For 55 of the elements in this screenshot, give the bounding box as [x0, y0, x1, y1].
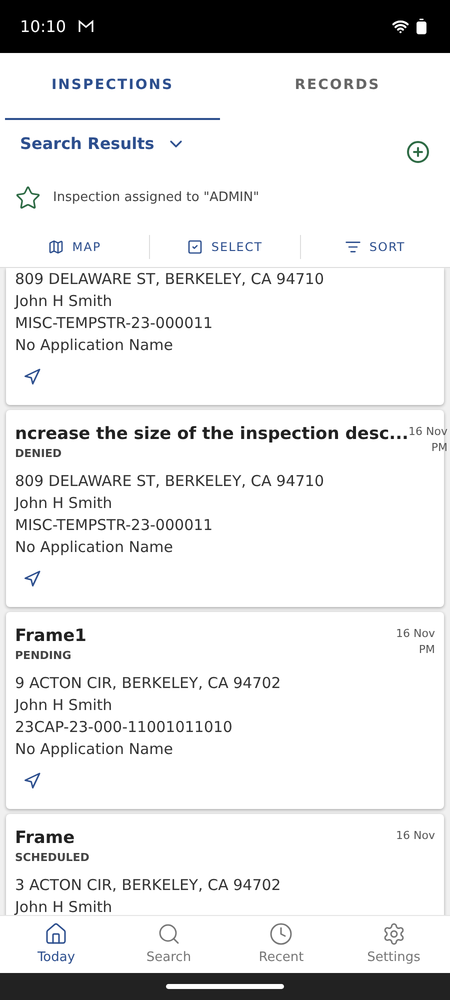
inspection-title: ncrease the size of the inspection desc...: [15, 423, 409, 446]
settings-icon: [382, 922, 406, 946]
navigation-arrow-icon: [23, 772, 41, 790]
inspection-status: SCHEDULED: [15, 850, 90, 866]
tab[interactable]: RECORDS: [230, 53, 445, 120]
navigation-arrow-icon: [23, 570, 41, 588]
status-time: 10:10: [20, 16, 66, 38]
toolbar-button[interactable]: MAP: [0, 238, 150, 256]
nav-item[interactable]: Today: [0, 916, 112, 973]
inspection-detail: No Application Name: [15, 739, 174, 760]
inspection-card[interactable]: Frame SCHEDULED 16 Nov 3 ACTON CIR, BERKELEY, CA 94702 John H Smith: [6, 814, 444, 915]
home-icon: [44, 922, 68, 946]
inspection-detail: 9 ACTON CIR, BERKELEY, CA 94702: [15, 673, 282, 694]
inspection-date: 16 Nov: [396, 626, 435, 642]
navigation-arrow-icon: [23, 368, 41, 386]
nav-item[interactable]: Settings: [338, 916, 450, 973]
mail-icon: [78, 20, 94, 33]
inspection-title: Frame: [15, 827, 76, 850]
inspection-time: PM: [418, 642, 435, 658]
wifi-icon: [392, 18, 409, 35]
clock-icon: [269, 922, 294, 946]
tab[interactable]: INSPECTIONS: [5, 53, 220, 120]
inspection-card[interactable]: 809 DELAWARE ST, BERKELEY, CA 94710 John H Smith MISC-TEMPSTR-23-000011 No Application Name: [6, 268, 444, 405]
inspection-detail: No Application Name: [15, 537, 174, 558]
add-button[interactable]: [406, 140, 430, 164]
search-icon: [156, 922, 181, 946]
inspection-detail: John H Smith: [15, 695, 114, 716]
inspection-detail: MISC-TEMPSTR-23-000011: [15, 515, 214, 536]
inspection-detail: No Application Name: [15, 335, 174, 356]
toolbar-button[interactable]: SORT: [300, 238, 450, 256]
navigate-button[interactable]: [23, 570, 41, 588]
inspection-detail: 23CAP-23-000-11001011010: [15, 717, 234, 738]
inspection-status: PENDING: [15, 648, 72, 664]
navigate-button[interactable]: [23, 772, 41, 790]
inspection-detail: 809 DELAWARE ST, BERKELEY, CA 94710: [15, 269, 325, 290]
inspection-date: 16 Nov: [396, 828, 435, 844]
inspection-status: DENIED: [15, 446, 63, 462]
inspection-detail: John H Smith: [15, 493, 114, 514]
inspection-detail: John H Smith: [15, 897, 114, 915]
inspection-detail: 3 ACTON CIR, BERKELEY, CA 94702: [15, 875, 282, 896]
inspection-detail: John H Smith: [15, 291, 114, 312]
sort-icon: [345, 238, 362, 254]
inspection-card[interactable]: Frame1 PENDING 16 Nov PM 9 ACTON CIR, BERKELEY, CA 94702 John H Smith 23CAP-23-000-11001011010 No Application Name: [6, 612, 444, 809]
assigned-note: Inspection assigned to "ADMIN": [53, 189, 260, 208]
inspection-detail: 809 DELAWARE ST, BERKELEY, CA 94710: [15, 471, 325, 492]
nav-item[interactable]: Search: [112, 916, 225, 973]
inspection-title: Frame1: [15, 625, 86, 648]
search-results-dropdown[interactable]: Search Results: [20, 132, 186, 156]
map-icon: [48, 238, 64, 254]
star-icon: [15, 185, 41, 211]
checkbox-icon: [187, 238, 204, 254]
inspection-detail: MISC-TEMPSTR-23-000011: [15, 313, 214, 334]
nav-item[interactable]: Recent: [225, 916, 338, 973]
toolbar-button[interactable]: SELECT: [150, 238, 300, 256]
navigate-button[interactable]: [23, 368, 41, 386]
